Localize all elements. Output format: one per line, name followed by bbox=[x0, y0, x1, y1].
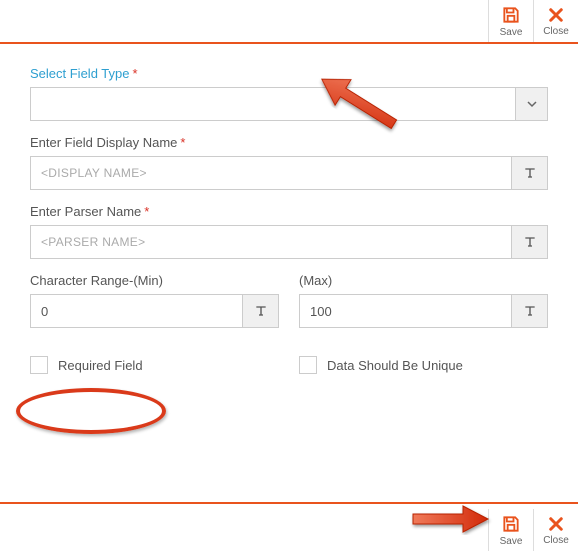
unique-field-option[interactable]: Data Should Be Unique bbox=[299, 356, 548, 374]
save-icon bbox=[501, 514, 521, 534]
field-char-max: (Max) 100 bbox=[299, 273, 548, 328]
save-button-bottom[interactable]: Save bbox=[488, 509, 533, 551]
bottom-toolbar: Save Close bbox=[0, 502, 578, 551]
char-min-input-wrap: 0 bbox=[30, 294, 279, 328]
parser-name-input[interactable]: <Parser Name> bbox=[31, 226, 511, 258]
required-asterisk: * bbox=[132, 66, 137, 81]
close-label: Close bbox=[543, 535, 569, 546]
char-max-label: (Max) bbox=[299, 273, 548, 288]
save-label: Save bbox=[500, 27, 523, 38]
char-min-label: Character Range-(Min) bbox=[30, 273, 279, 288]
close-button[interactable]: Close bbox=[533, 0, 578, 42]
char-min-input[interactable]: 0 bbox=[31, 295, 242, 327]
field-display-name: Enter Field Display Name* <Display Name> bbox=[30, 135, 548, 190]
required-field-option[interactable]: Required Field bbox=[30, 356, 279, 374]
chevron-down-icon[interactable] bbox=[515, 88, 547, 120]
form-body: Select Field Type* Enter Field Display N… bbox=[0, 44, 578, 384]
display-name-label-text: Enter Field Display Name bbox=[30, 135, 177, 150]
char-range-row: Character Range-(Min) 0 (Max) 100 bbox=[30, 273, 548, 342]
display-name-input[interactable]: <Display Name> bbox=[31, 157, 511, 189]
field-type-label: Select Field Type* bbox=[30, 66, 548, 81]
unique-label: Data Should Be Unique bbox=[327, 358, 463, 373]
text-tool-icon[interactable] bbox=[511, 226, 547, 258]
text-tool-icon[interactable] bbox=[511, 157, 547, 189]
char-max-input-wrap: 100 bbox=[299, 294, 548, 328]
required-checkbox[interactable] bbox=[30, 356, 48, 374]
char-max-input[interactable]: 100 bbox=[300, 295, 511, 327]
text-tool-icon[interactable] bbox=[242, 295, 278, 327]
required-asterisk: * bbox=[144, 204, 149, 219]
parser-name-label-text: Enter Parser Name bbox=[30, 204, 141, 219]
field-parser-name: Enter Parser Name* <Parser Name> bbox=[30, 204, 548, 259]
close-icon bbox=[547, 515, 565, 533]
field-char-min: Character Range-(Min) 0 bbox=[30, 273, 279, 328]
save-icon bbox=[501, 5, 521, 25]
parser-name-label: Enter Parser Name* bbox=[30, 204, 548, 219]
text-tool-icon[interactable] bbox=[511, 295, 547, 327]
field-type-label-text: Select Field Type bbox=[30, 66, 129, 81]
field-type-value bbox=[31, 88, 515, 120]
parser-name-input-wrap: <Parser Name> bbox=[30, 225, 548, 259]
field-type-select[interactable] bbox=[30, 87, 548, 121]
required-label: Required Field bbox=[58, 358, 143, 373]
save-label: Save bbox=[500, 536, 523, 547]
required-asterisk: * bbox=[180, 135, 185, 150]
top-toolbar: Save Close bbox=[0, 0, 578, 44]
options-row: Required Field Data Should Be Unique bbox=[30, 356, 548, 374]
close-icon bbox=[547, 6, 565, 24]
display-name-input-wrap: <Display Name> bbox=[30, 156, 548, 190]
close-label: Close bbox=[543, 26, 569, 37]
save-button[interactable]: Save bbox=[488, 0, 533, 42]
unique-checkbox[interactable] bbox=[299, 356, 317, 374]
annotation-ellipse bbox=[16, 388, 166, 434]
close-button-bottom[interactable]: Close bbox=[533, 509, 578, 551]
field-type: Select Field Type* bbox=[30, 66, 548, 121]
display-name-label: Enter Field Display Name* bbox=[30, 135, 548, 150]
